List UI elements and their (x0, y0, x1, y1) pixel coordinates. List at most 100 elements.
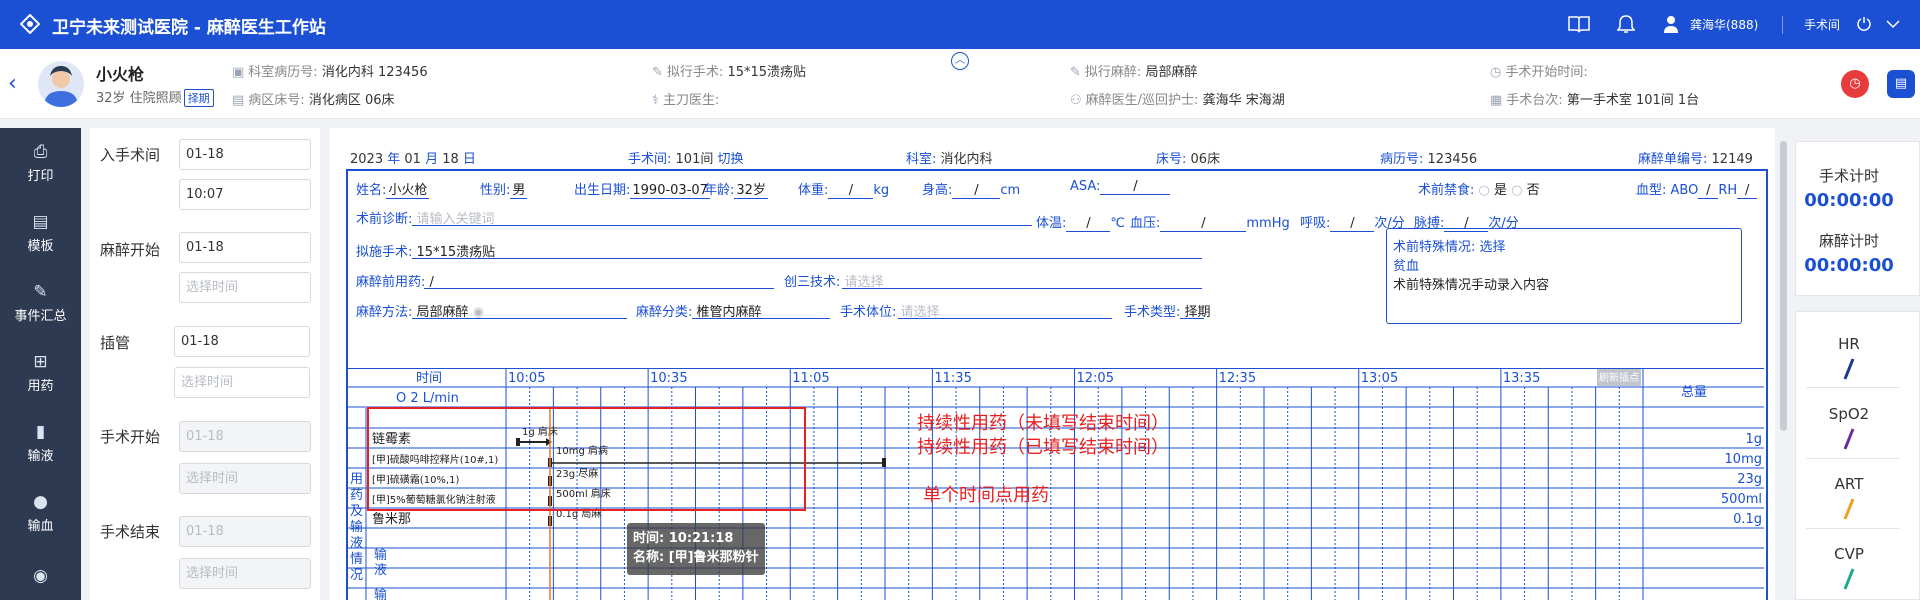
alarm-clock-icon[interactable]: ◷ (1841, 70, 1869, 98)
drug-marker (882, 458, 886, 467)
special-text-input[interactable]: 术前特殊情况手动录入内容 (1393, 274, 1735, 293)
sheet-scrollbar[interactable] (1780, 141, 1787, 431)
bp-value[interactable]: / (1160, 216, 1247, 232)
dob-value[interactable]: 1990-03-07 (630, 183, 710, 199)
record-value: 123456 (1427, 152, 1478, 167)
diagnosis-underline (412, 225, 1032, 226)
anes-start-time-input[interactable]: 选择时间 (179, 272, 311, 303)
sheet-bed: 床号: 06床 (1156, 148, 1220, 167)
abo-value[interactable]: / (1698, 183, 1719, 199)
premed-underline (424, 288, 774, 289)
op-start-time-input[interactable]: 选择时间 (179, 463, 311, 494)
drug-arrow (546, 438, 552, 446)
sex-value[interactable]: 男 (510, 179, 528, 199)
sidebar-item-infusion[interactable]: ▮ 输液 (0, 422, 81, 464)
bell-icon[interactable] (1617, 13, 1635, 35)
vital-cvp-label[interactable]: CVP (1796, 545, 1902, 563)
collapse-chevron-up-icon[interactable]: ︿ (951, 52, 969, 70)
drug-name: [甲]5%葡萄糖氯化钠注射液 (372, 493, 496, 506)
intubation-date-input[interactable]: 01-18 (174, 326, 310, 357)
special-select-link[interactable]: 选择 (1480, 240, 1506, 255)
rh-value[interactable]: / (1737, 183, 1758, 199)
user-name[interactable]: 龚海华(888) (1690, 13, 1758, 35)
fasting-no-radio[interactable]: ○ (1511, 183, 1522, 198)
invasive-label: 创三技术: (784, 275, 841, 290)
vital-hr-label[interactable]: HR (1796, 335, 1902, 353)
sidebar-item-events[interactable]: ✎ 事件汇总 (0, 282, 81, 324)
month: 01 (404, 152, 421, 167)
room-menu[interactable]: 手术间 (1804, 13, 1840, 35)
folder-icon: ▣ (232, 65, 245, 80)
infusion-icon: ▮ (35, 422, 46, 442)
position-label: 手术体位: (840, 305, 897, 320)
month-unit: 月 (425, 152, 439, 167)
ward-bed-value: 消化病区 06床 (308, 93, 395, 108)
weight-unit: kg (873, 183, 890, 198)
pen-icon: ✎ (652, 65, 663, 80)
power-icon[interactable] (1856, 13, 1872, 35)
dept-record-field: ▣ 科室病历号: 消化内科 123456 (232, 61, 428, 80)
vital-art-label[interactable]: ART (1796, 475, 1902, 493)
staff-icon: ⚇ (1070, 93, 1082, 108)
planned-anes-field: ✎ 拟行麻醉: 局部麻醉 (1070, 61, 1197, 80)
anes-start-date-input[interactable]: 01-18 (179, 232, 311, 263)
sheet-room: 手术间: 101间 切换 (628, 148, 744, 167)
name-value[interactable]: 小火枪 (386, 179, 430, 199)
abo-label: ABO (1670, 183, 1699, 198)
height-field: 身高: / cm (922, 179, 1020, 199)
resp-value[interactable]: / (1330, 216, 1375, 232)
drug-total: 1g (1745, 432, 1762, 447)
infusion-label: 液 (374, 563, 387, 578)
grid-border (346, 368, 1764, 600)
anes-staff-field: ⚇ 麻醉医生/巡回护士: 龚海华 宋海湖 (1070, 89, 1285, 108)
op-end-date-input[interactable]: 01-18 (179, 516, 311, 547)
patient-name: 小火枪 (96, 65, 145, 84)
weight-label: 体重: (798, 183, 829, 198)
sidebar-item-template[interactable]: ▤ 模板 (0, 212, 81, 254)
year-unit: 年 (387, 152, 401, 167)
op-end-time-input[interactable]: 选择时间 (179, 558, 311, 589)
vital-spo2-label[interactable]: SpO2 (1796, 405, 1902, 423)
drug-dose-2: 10mg 肩病 (556, 444, 608, 457)
op-timer-label: 手术计时 (1818, 167, 1879, 185)
vitals-legend-panel: HR SpO2 ART CVP (1795, 311, 1920, 600)
more-icon: ◉ (33, 566, 48, 586)
sidebar-item-blood[interactable]: ● 输血 (0, 492, 81, 534)
enter-time-input[interactable]: 10:07 (179, 179, 311, 210)
op-end-label: 手术结束 (100, 523, 161, 541)
asa-value[interactable]: / (1100, 179, 1171, 195)
sidebar-item-more[interactable]: ◉ (0, 566, 81, 589)
book-icon[interactable] (1568, 13, 1590, 35)
special-header: 术前特殊情况: 选择 (1393, 236, 1735, 255)
timer-panel: 手术计时 00:00:00 麻醉计时 00:00:00 (1795, 141, 1920, 296)
sheet-dept: 科室: 消化内科 (906, 148, 993, 167)
op-start-date-input[interactable]: 01-18 (179, 421, 311, 452)
time-panel: 入手术间 01-18 10:07 麻醉开始 01-18 选择时间 插管 01-1… (90, 128, 320, 600)
section-label-char: 及 (350, 504, 363, 519)
total-header-label: 总量 (1681, 385, 1707, 400)
back-arrow-icon[interactable]: ‹ (8, 71, 17, 96)
calendar-icon: ▦ (1490, 93, 1503, 108)
enter-date-input[interactable]: 01-18 (179, 139, 311, 170)
sidebar-item-medication[interactable]: ⊞ 用药 (0, 352, 81, 394)
weight-value[interactable]: / (828, 183, 874, 199)
age-value[interactable]: 32岁 (734, 179, 768, 199)
height-unit: cm (1000, 183, 1021, 198)
intubation-time-input[interactable]: 选择时间 (174, 367, 310, 398)
age-label: 年龄: (704, 183, 735, 198)
blood-label: 血型: (1636, 183, 1667, 198)
room-switch-link[interactable]: 切换 (718, 152, 744, 167)
sidebar-item-print[interactable]: ⎙ 打印 (0, 142, 81, 184)
year: 2023 (350, 152, 384, 167)
method-underline (412, 318, 627, 319)
temp-value[interactable]: / (1066, 216, 1111, 232)
sidebar-item-label: 打印 (27, 169, 54, 184)
fasting-yes-radio[interactable]: ○ (1479, 183, 1490, 198)
sheet-record: 病历号: 123456 (1380, 148, 1477, 167)
section-label-char: 药 (350, 488, 363, 503)
drug-dose: 23g 尽麻 (556, 467, 598, 480)
medication-grid: 时间 O 2 L/min 10:05 10:35 11:05 11:35 12:05 12:3… (346, 368, 1764, 600)
height-value[interactable]: / (952, 183, 1001, 199)
id-card-icon[interactable]: ▤ (1887, 70, 1915, 98)
chevron-down-icon[interactable] (1886, 13, 1900, 35)
